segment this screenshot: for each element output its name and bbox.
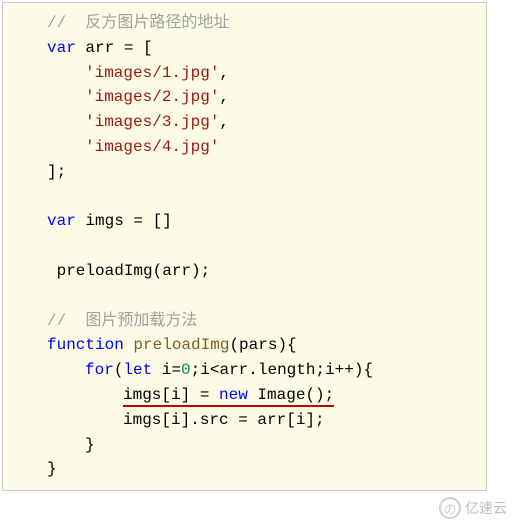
comma: , — [219, 113, 229, 131]
number-literal: 0 — [181, 361, 191, 379]
comma: , — [219, 64, 229, 82]
code-line: var arr = [ — [9, 36, 480, 61]
code-line: 'images/3.jpg', — [9, 110, 480, 135]
blank-line — [9, 234, 480, 259]
code-text: (pars){ — [229, 336, 296, 354]
string-literal: 'images/3.jpg' — [85, 113, 219, 131]
code-text: imgs[i].src = arr[i]; — [123, 411, 325, 429]
watermark-text: 亿速云 — [465, 498, 507, 518]
code-line: imgs[i].src = arr[i]; — [9, 408, 480, 433]
code-line: // 反方图片路径的地址 — [9, 11, 480, 36]
string-literal: 'images/2.jpg' — [85, 88, 219, 106]
underlined-code: imgs[i] = new Image(); — [123, 386, 334, 407]
comment-text: // 图片预加载方法 — [47, 312, 197, 330]
code-line: } — [9, 457, 480, 482]
function-name: preloadImg — [124, 336, 230, 354]
blank-line — [9, 185, 480, 210]
code-text: ( — [114, 361, 124, 379]
keyword-function: function — [47, 336, 124, 354]
code-line: 'images/4.jpg' — [9, 135, 480, 160]
keyword-for: for — [85, 361, 114, 379]
code-line: 'images/2.jpg', — [9, 85, 480, 110]
code-text: preloadImg(arr); — [47, 262, 210, 280]
comma: , — [219, 88, 229, 106]
string-literal: 'images/4.jpg' — [85, 138, 219, 156]
code-block: // 反方图片路径的地址 var arr = [ 'images/1.jpg',… — [2, 2, 487, 491]
code-line: imgs[i] = new Image(); — [9, 383, 480, 408]
brace: } — [85, 436, 95, 454]
brace: } — [47, 460, 57, 478]
keyword-var: var — [47, 212, 76, 230]
code-line: 'images/1.jpg', — [9, 61, 480, 86]
code-line: for(let i=0;i<arr.length;i++){ — [9, 358, 480, 383]
keyword-var: var — [47, 39, 76, 57]
comment-text: // 反方图片路径的地址 — [47, 14, 229, 32]
code-line: // 图片预加载方法 — [9, 309, 480, 334]
keyword-let: let — [123, 361, 152, 379]
code-text: Image(); — [248, 386, 334, 404]
code-line: var imgs = [] — [9, 209, 480, 234]
close-bracket: ]; — [47, 163, 66, 181]
code-text: imgs[i] = — [123, 386, 219, 404]
code-text: imgs = [] — [76, 212, 172, 230]
code-line: } — [9, 433, 480, 458]
code-text: ;i<arr.length;i++){ — [191, 361, 373, 379]
code-line: function preloadImg(pars){ — [9, 333, 480, 358]
code-text: arr = [ — [76, 39, 153, 57]
code-text: i= — [152, 361, 181, 379]
blank-line — [9, 284, 480, 309]
code-line: preloadImg(arr); — [9, 259, 480, 284]
string-literal: 'images/1.jpg' — [85, 64, 219, 82]
code-line: ]; — [9, 160, 480, 185]
watermark: の 亿速云 — [439, 497, 507, 519]
keyword-new: new — [219, 386, 248, 404]
watermark-icon: の — [439, 497, 461, 519]
